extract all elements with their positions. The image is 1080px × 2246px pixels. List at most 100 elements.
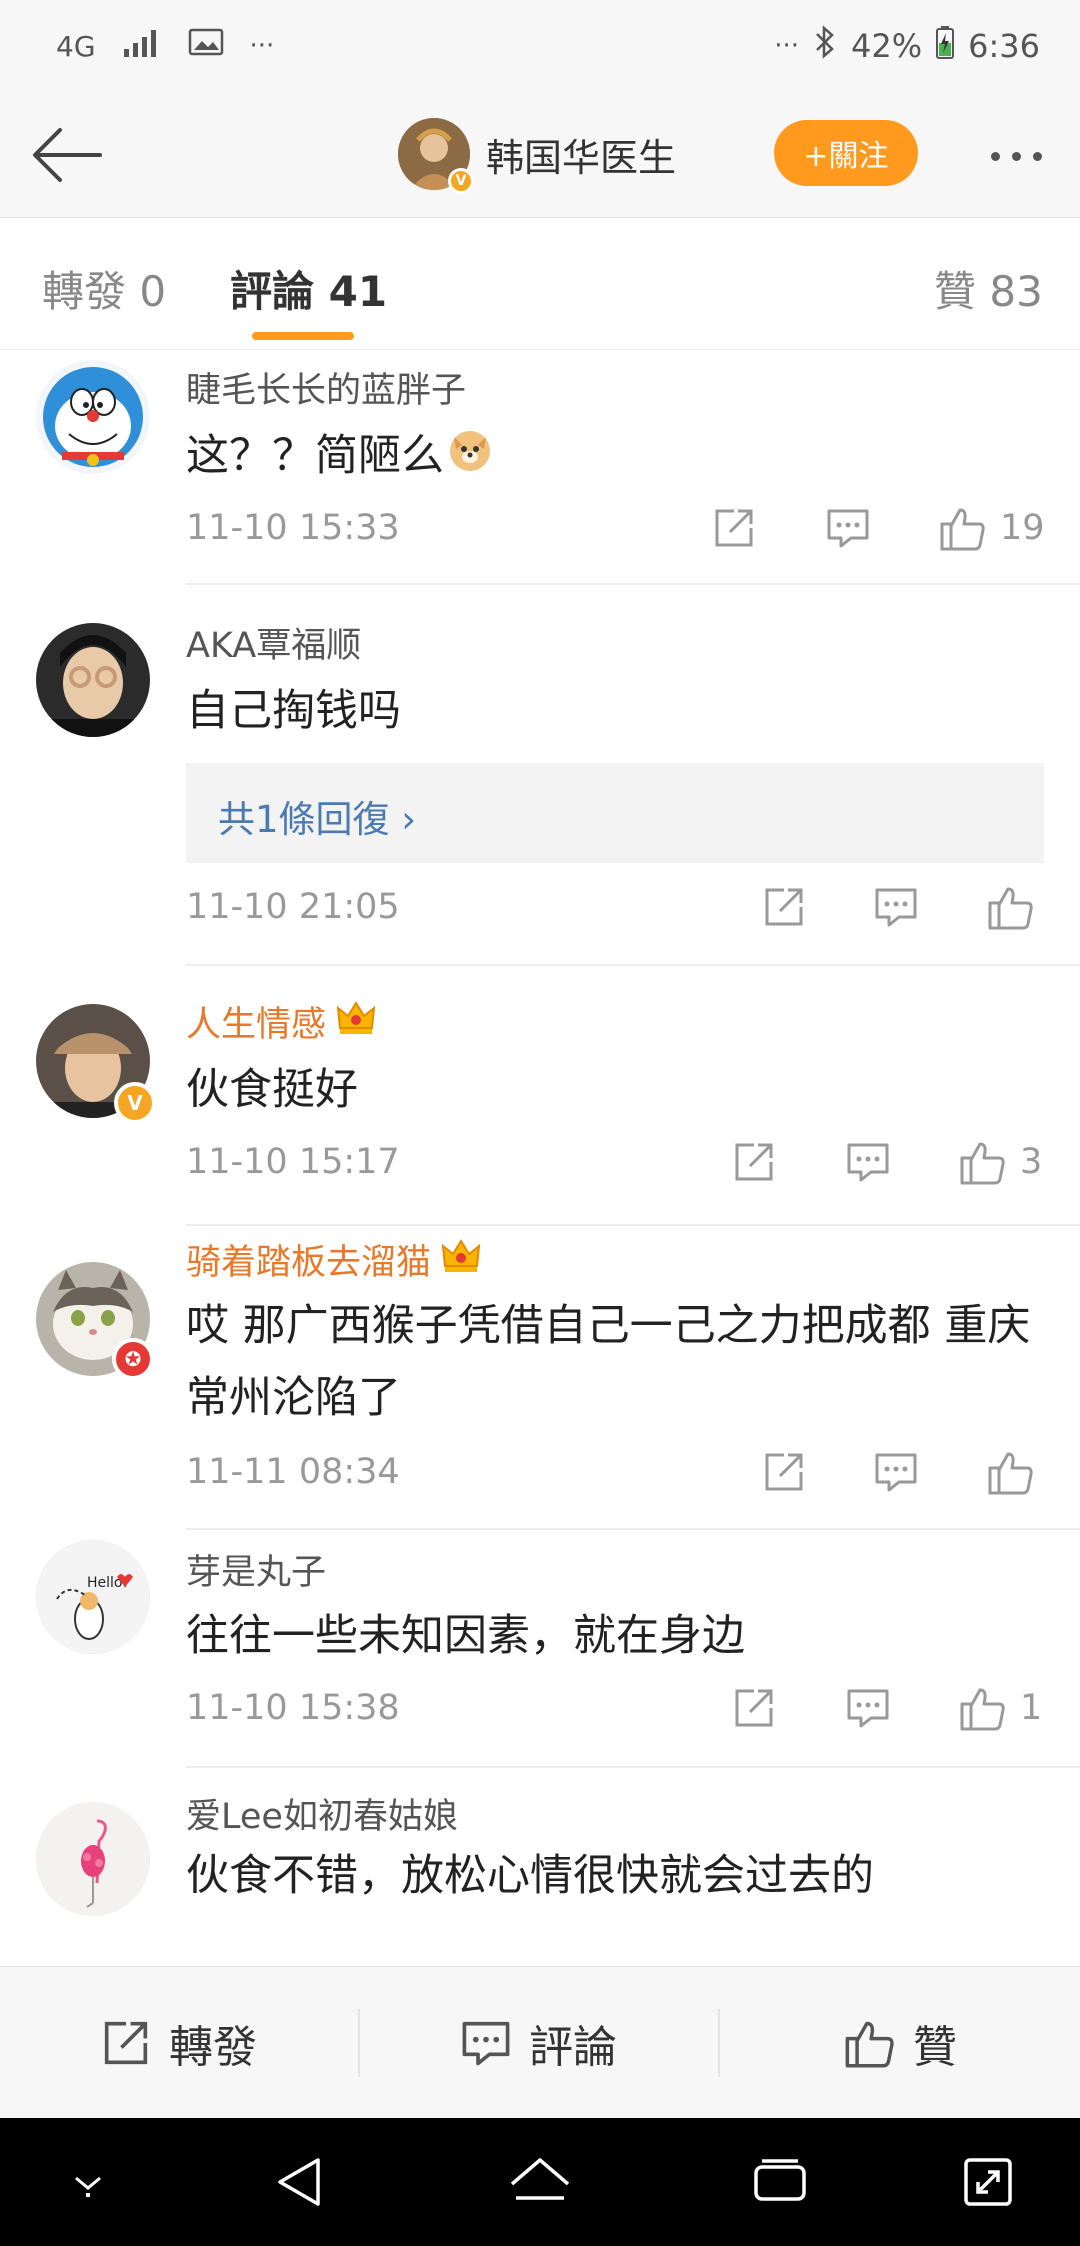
comment-divider: [186, 1224, 1080, 1226]
reply-thread-link[interactable]: 共1條回復 ›: [186, 763, 1044, 863]
like-count: 1: [1020, 1688, 1043, 1728]
like-label: 贊: [913, 2022, 957, 2073]
thumbs-up-icon: [960, 1142, 1005, 1185]
dot-icon: [1032, 151, 1042, 161]
comment-text: 伙食不错，放松心情很快就会过去的: [186, 1851, 874, 1901]
comment-divider: [186, 1766, 1080, 1768]
back-arrow-icon: [33, 128, 102, 182]
reply-comment-button[interactable]: [874, 885, 918, 929]
like-count: 3: [1020, 1142, 1043, 1182]
nav-back-button[interactable]: [260, 2142, 340, 2222]
nav-recents-button[interactable]: [740, 2142, 820, 2222]
top-nav-bar: V 韩国华医生 +關注: [0, 92, 1080, 218]
commenter-name[interactable]: 爱Lee如初春姑娘: [186, 1788, 458, 1839]
comment-text: 哎 那广西猴子凭借自己一己之力把成都 重庆 常州沦陷了: [186, 1301, 1031, 1423]
tab-comments[interactable]: 評論 41: [230, 258, 387, 319]
page-title: 韩国华医生: [486, 135, 677, 180]
commenter-avatar[interactable]: V: [36, 1004, 156, 1124]
author-avatar[interactable]: V: [398, 118, 474, 194]
commenter-name[interactable]: 骑着踏板去溜猫: [186, 1234, 481, 1285]
comment-text: 自己掏钱吗: [186, 686, 401, 736]
commenter-avatar[interactable]: [36, 360, 150, 474]
post-action-bar: 轉發 評論 贊: [0, 1966, 1080, 2118]
reply-comment-button[interactable]: [846, 1686, 890, 1730]
author-info[interactable]: V 韩国华医生: [398, 118, 677, 194]
dot-icon: [1011, 151, 1021, 161]
gallery-icon: [188, 27, 224, 65]
commenter-name[interactable]: 睫毛长长的蓝胖子: [186, 362, 466, 413]
comment-button[interactable]: 評論: [360, 1967, 718, 2119]
comment-divider: [186, 964, 1080, 966]
reply-comment-button[interactable]: [846, 1140, 890, 1184]
comment-text: 这？？简陋么: [186, 420, 1046, 495]
comment-icon: [462, 2021, 510, 2066]
commenter-avatar[interactable]: [36, 623, 150, 737]
like-comment-button[interactable]: 1: [958, 1684, 1042, 1732]
share-icon: [765, 888, 803, 926]
detail-tabs: 轉發 0 評論 41 贊 83: [0, 218, 1080, 350]
nav-home-button[interactable]: [500, 2142, 580, 2222]
comment-icon: [847, 1689, 889, 1728]
repost-comment-button[interactable]: [712, 506, 756, 550]
status-bar: 4G ··· ··· 42% 6:36: [0, 0, 1080, 92]
reply-comment-button[interactable]: [826, 506, 870, 550]
status-overflow: ···: [249, 31, 275, 61]
comment-timestamp: 11-10 15:33: [186, 508, 400, 548]
share-icon: [735, 1143, 773, 1181]
like-comment-button[interactable]: [986, 1448, 1034, 1496]
comment-icon: [875, 1453, 917, 1492]
chevron-down-icon: [75, 2176, 101, 2197]
like-comment-button[interactable]: 3: [958, 1138, 1042, 1186]
comment-list[interactable]: 睫毛长长的蓝胖子 这？？简陋么 11-10 15:33 19 AKA覃福顺 自己…: [0, 350, 1080, 1966]
thumbs-up-icon: [988, 1452, 1033, 1495]
repost-comment-button[interactable]: [732, 1140, 776, 1184]
commenter-avatar[interactable]: ✪: [36, 1262, 154, 1380]
battery-icon: [936, 25, 955, 67]
thumbs-up-icon: [960, 1688, 1005, 1731]
commenter-name[interactable]: 人生情感: [186, 996, 376, 1047]
recents-icon: [754, 2159, 806, 2201]
share-icon: [735, 1689, 773, 1727]
like-comment-button[interactable]: 19: [938, 504, 1045, 552]
dot-icon: [990, 151, 1000, 161]
like-button[interactable]: 贊: [720, 1967, 1080, 2119]
back-button[interactable]: [28, 122, 104, 188]
reply-comment-button[interactable]: [874, 1450, 918, 1494]
comment-timestamp: 11-11 08:34: [186, 1452, 400, 1492]
follow-button[interactable]: +關注: [774, 120, 918, 186]
repost-comment-button[interactable]: [762, 1450, 806, 1494]
expand-icon: [964, 2158, 1012, 2206]
repost-comment-button[interactable]: [732, 1686, 776, 1730]
thumbs-up-icon: [988, 887, 1033, 930]
commenter-name[interactable]: AKA覃福顺: [186, 617, 361, 668]
status-overflow-right: ···: [774, 31, 800, 61]
reply-count-label: 共1條回復 ›: [218, 798, 417, 841]
comment-text: 伙食挺好: [186, 1065, 358, 1115]
like-comment-button[interactable]: [986, 883, 1034, 931]
hide-keyboard-button[interactable]: [48, 2142, 128, 2222]
tab-reposts[interactable]: 轉發 0: [42, 258, 166, 319]
comment-label: 評論: [529, 2022, 617, 2073]
comment-timestamp: 11-10 15:17: [186, 1142, 400, 1182]
tab-likes[interactable]: 贊 83: [934, 258, 1043, 319]
clock: 6:36: [968, 27, 1040, 65]
comment-icon: [827, 509, 869, 548]
commenter-name[interactable]: 芽是丸子: [186, 1544, 326, 1595]
bluetooth-icon: [813, 25, 837, 67]
vip-crown-icon: [336, 1000, 376, 1044]
commenter-avatar[interactable]: [36, 1802, 150, 1916]
comment-timestamp: 11-10 15:38: [186, 1688, 400, 1728]
comment-icon: [847, 1143, 889, 1182]
repost-button[interactable]: 轉發: [0, 1967, 358, 2119]
battery-percent: 42%: [851, 27, 923, 65]
share-icon: [104, 2021, 148, 2065]
repost-label: 轉發: [169, 2022, 257, 2073]
repost-comment-button[interactable]: [762, 885, 806, 929]
signal-icon: [122, 27, 162, 65]
like-count: 19: [1000, 508, 1045, 548]
comment-divider: [186, 1528, 1080, 1530]
comment-divider: [186, 583, 1080, 585]
more-options-button[interactable]: [976, 128, 1056, 184]
screenshot-expand-button[interactable]: [948, 2142, 1028, 2222]
commenter-avatar[interactable]: Hello!: [36, 1540, 150, 1654]
